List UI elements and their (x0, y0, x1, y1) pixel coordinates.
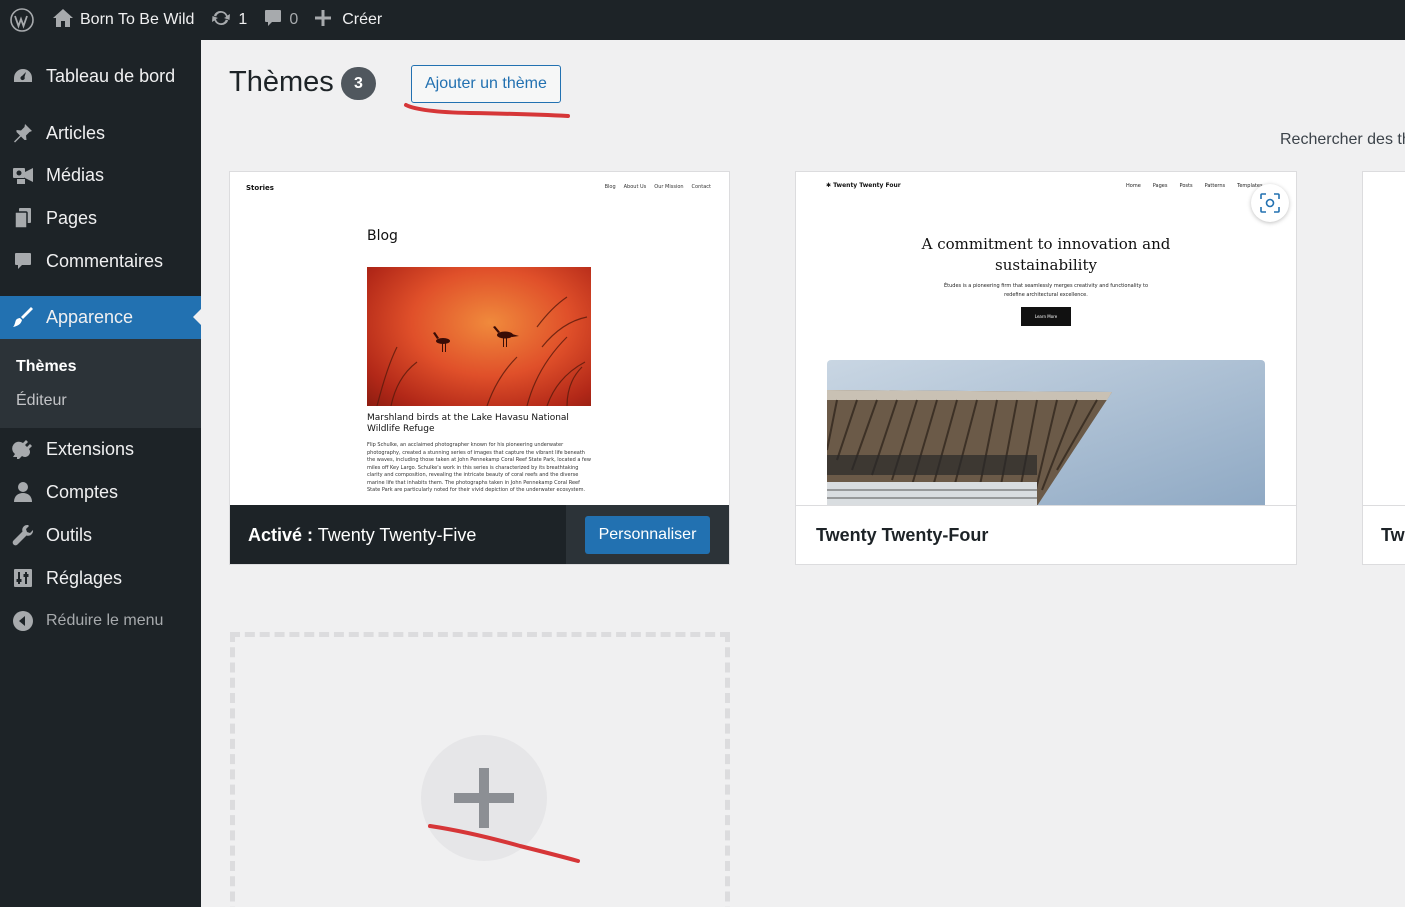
menu-item-comments[interactable]: Commentaires (0, 241, 201, 281)
menu-item-pages[interactable]: Pages (0, 198, 201, 238)
updates-count: 1 (238, 11, 248, 28)
preview-nav-item: Contact (691, 184, 711, 190)
preview-nav-item: Blog (604, 184, 616, 190)
preview-nav-item: About Us (623, 184, 647, 190)
menu-item-users[interactable]: Comptes (0, 472, 201, 512)
theme-screenshot[interactable]: ✱ Twenty Twenty Four Home Pages Posts Pa… (796, 172, 1296, 505)
theme-screenshot[interactable]: Stories Blog About Us Our Mission Contac… (230, 172, 729, 505)
menu-item-posts[interactable]: Articles (0, 113, 201, 153)
theme-actions: Personnaliser (566, 505, 729, 564)
birds-photo (367, 267, 591, 407)
active-prefix: Activé : (248, 524, 314, 545)
add-theme-button[interactable]: Ajouter un thème (411, 65, 561, 103)
theme-card-twenty-twenty-four[interactable]: ✱ Twenty Twenty Four Home Pages Posts Pa… (795, 171, 1297, 565)
menu-label-comments: Commentaires (46, 250, 164, 271)
update-icon (210, 8, 232, 33)
dashboard-gauge-icon (0, 66, 46, 86)
preview-scan-icon[interactable] (1251, 184, 1289, 222)
menu-label-posts: Articles (46, 122, 106, 143)
preview-nav-item: Posts (1179, 183, 1193, 189)
submenu-item-editor[interactable]: Éditeur (16, 392, 67, 410)
theme-name: Twenty Twenty-Four (796, 505, 1296, 564)
preview-nav-item: Pages (1152, 183, 1168, 189)
menu-label-media: Médias (46, 164, 105, 185)
building-photo (827, 360, 1265, 505)
preview-nav-item: Our Mission (654, 184, 684, 190)
menu-label-appearance: Apparence (46, 307, 134, 327)
preview-nav-item: Home (1126, 183, 1141, 189)
add-new-theme-tile[interactable] (230, 632, 730, 907)
preview-heading: Blog (367, 228, 398, 244)
menu-label-pages: Pages (46, 207, 98, 228)
wordpress-logo-icon[interactable] (0, 0, 44, 40)
new-label: Créer (342, 11, 383, 28)
site-name-link[interactable]: Born To Be Wild (44, 0, 202, 40)
comments-count: 0 (289, 11, 299, 28)
plus-icon (314, 9, 332, 32)
comments-icon (0, 251, 46, 271)
preview-site-title: ✱ Twenty Twenty Four (826, 182, 901, 189)
submenu-item-themes[interactable]: Thèmes (16, 358, 76, 376)
comments-link[interactable]: 0 (255, 0, 306, 40)
theme-card-third[interactable]: Tw (1362, 171, 1405, 565)
home-icon (52, 8, 74, 33)
collapse-arrow-icon (0, 610, 46, 632)
menu-label-users: Comptes (46, 481, 119, 502)
theme-card-active[interactable]: Stories Blog About Us Our Mission Contac… (229, 171, 730, 565)
menu-label-plugins: Extensions (46, 438, 135, 459)
menu-item-media[interactable]: Médias (0, 155, 201, 195)
main-content: Thèmes 3 Ajouter un thème Rechercher des… (201, 40, 1405, 907)
customize-button[interactable]: Personnaliser (584, 516, 711, 554)
settings-sliders-icon (0, 567, 46, 589)
menu-item-dashboard[interactable]: Tableau de bord (0, 56, 201, 96)
preview-site-title: Stories (246, 184, 274, 192)
menu-label-dashboard: Tableau de bord (46, 65, 176, 86)
preview-caption: Marshland birds at the Lake Havasu Natio… (367, 413, 569, 434)
menu-item-settings[interactable]: Réglages (0, 558, 201, 598)
plugin-icon (0, 438, 46, 460)
menu-label-tools: Outils (46, 524, 93, 545)
site-name: Born To Be Wild (80, 11, 195, 28)
collapse-menu-button[interactable]: Réduire le menu (0, 601, 201, 641)
preview-nav-item: Patterns (1204, 183, 1226, 189)
paintbrush-icon (0, 306, 46, 329)
comment-bubble-icon (263, 8, 283, 33)
admin-bar: Born To Be Wild 1 0 Créer (0, 0, 1405, 40)
preview-nav: Blog About Us Our Mission Contact (605, 184, 711, 190)
theme-name: Tw (1363, 505, 1405, 565)
menu-item-plugins[interactable]: Extensions (0, 429, 201, 469)
user-icon (0, 481, 46, 503)
pages-icon (0, 207, 46, 229)
add-theme-plus-icon[interactable] (421, 735, 547, 861)
preview-paragraph: Flip Schulke, an acclaimed photographer … (367, 442, 591, 493)
new-content-link[interactable]: Créer (306, 0, 390, 40)
menu-item-tools[interactable]: Outils (0, 515, 201, 555)
appearance-submenu: Thèmes Éditeur (0, 339, 201, 428)
active-theme-title: Twenty Twenty-Five (317, 524, 477, 545)
preview-nav: Home Pages Posts Patterns Templates (1126, 183, 1263, 189)
media-camera-icon (0, 164, 46, 186)
menu-label-settings: Réglages (46, 567, 123, 588)
menu-item-appearance[interactable]: Apparence (0, 296, 201, 339)
page-title: Thèmes (229, 66, 334, 98)
collapse-menu-label: Réduire le menu (46, 612, 164, 629)
updates-link[interactable]: 1 (202, 0, 255, 40)
active-theme-name: Activé : Twenty Twenty-Five (230, 525, 476, 546)
search-themes-label: Rechercher des th (1280, 131, 1405, 148)
preview-headline: A commitment to innovation and sustainab… (921, 235, 1171, 274)
admin-sidebar: Tableau de bord Articles Médias Pages Co… (0, 40, 201, 907)
theme-count-badge: 3 (341, 67, 376, 100)
wrench-icon (0, 524, 46, 546)
theme-name-bar: Activé : Twenty Twenty-Five Personnalise… (230, 505, 729, 564)
preview-learn-more-button: Learn More (1021, 307, 1071, 326)
preview-site-name: Twenty Twenty Four (833, 182, 901, 189)
pushpin-icon (0, 122, 46, 144)
preview-subtext: Études is a pioneering firm that seamles… (943, 283, 1149, 298)
